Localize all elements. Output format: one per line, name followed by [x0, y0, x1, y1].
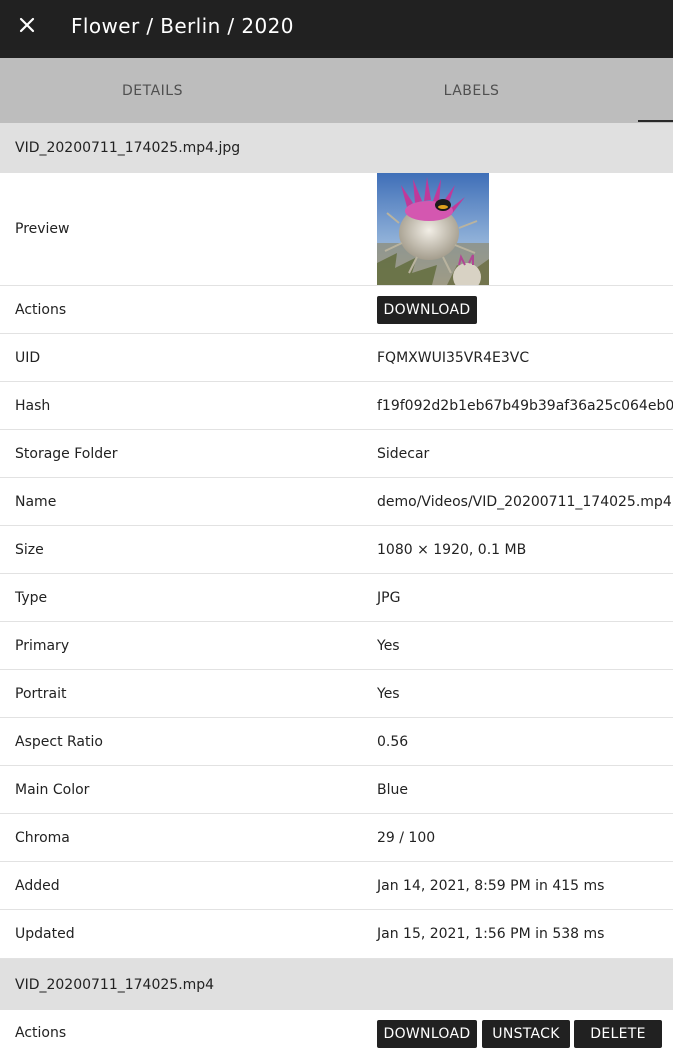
- file-header-jpg: VID_20200711_174025.mp4.jpg: [0, 123, 673, 173]
- name-value: demo/Videos/VID_20200711_174025.mp4.: [377, 493, 673, 510]
- info-row-uid: UID FQMXWUI35VR4E3VC: [0, 334, 673, 382]
- info-row-hash: Hash f19f092d2b1eb67b49b39af36a25c064eb0: [0, 382, 673, 430]
- type-value: JPG: [377, 589, 401, 606]
- chroma-label: Chroma: [15, 829, 70, 846]
- chroma-value: 29 / 100: [377, 829, 436, 846]
- app-toolbar: Flower / Berlin / 2020: [0, 0, 673, 58]
- delete-button[interactable]: DELETE: [574, 1020, 662, 1048]
- video-actions-row: Actions DOWNLOAD UNSTACK DELETE: [0, 1010, 673, 1056]
- info-row-type: Type JPG: [0, 574, 673, 622]
- video-download-button[interactable]: DOWNLOAD: [377, 1020, 477, 1048]
- main-color-label: Main Color: [15, 781, 90, 798]
- info-row-portrait: Portrait Yes: [0, 670, 673, 718]
- storage-folder-label: Storage Folder: [15, 445, 118, 462]
- updated-label: Updated: [15, 926, 75, 942]
- file-header-mp4: VID_20200711_174025.mp4: [0, 959, 673, 1010]
- unstack-button[interactable]: UNSTACK: [482, 1020, 570, 1048]
- tab-details[interactable]: DETAILS: [0, 58, 305, 123]
- close-button[interactable]: [13, 11, 41, 39]
- storage-folder-value: Sidecar: [377, 445, 430, 462]
- uid-label: UID: [15, 349, 41, 366]
- info-row-primary: Primary Yes: [0, 622, 673, 670]
- type-label: Type: [15, 589, 48, 606]
- tab-bar: DETAILS LABELS: [0, 58, 673, 123]
- added-label: Added: [15, 877, 60, 894]
- page-title: Flower / Berlin / 2020: [71, 14, 294, 38]
- size-value: 1080 × 1920, 0.1 MB: [377, 541, 527, 558]
- info-row-aspect-ratio: Aspect Ratio 0.56: [0, 718, 673, 766]
- size-label: Size: [15, 541, 44, 558]
- video-actions-label: Actions: [15, 1025, 67, 1041]
- added-value: Jan 14, 2021, 8:59 PM in 415 ms: [377, 877, 605, 894]
- info-row-added: Added Jan 14, 2021, 8:59 PM in 415 ms: [0, 862, 673, 910]
- portrait-value: Yes: [377, 685, 400, 702]
- preview-thumbnail[interactable]: [377, 173, 489, 285]
- preview-row: Preview: [0, 173, 673, 286]
- updated-value: Jan 15, 2021, 1:56 PM in 538 ms: [377, 926, 605, 942]
- name-label: Name: [15, 493, 57, 510]
- primary-value: Yes: [377, 637, 400, 654]
- main-color-value: Blue: [377, 781, 408, 798]
- portrait-label: Portrait: [15, 685, 67, 702]
- preview-label: Preview: [15, 221, 70, 237]
- close-icon: [19, 17, 35, 33]
- tab-labels[interactable]: LABELS: [305, 58, 638, 123]
- actions-row: Actions DOWNLOAD: [0, 286, 673, 334]
- aspect-ratio-value: 0.56: [377, 733, 409, 750]
- info-row-storage-folder: Storage Folder Sidecar: [0, 430, 673, 478]
- info-row-name: Name demo/Videos/VID_20200711_174025.mp4…: [0, 478, 673, 526]
- info-row-chroma: Chroma 29 / 100: [0, 814, 673, 862]
- active-tab-indicator: [638, 120, 673, 122]
- aspect-ratio-label: Aspect Ratio: [15, 733, 103, 750]
- hash-value: f19f092d2b1eb67b49b39af36a25c064eb0: [377, 397, 673, 414]
- info-row-size: Size 1080 × 1920, 0.1 MB: [0, 526, 673, 574]
- uid-value: FQMXWUI35VR4E3VC: [377, 349, 530, 366]
- info-row-updated: Updated Jan 15, 2021, 1:56 PM in 538 ms: [0, 910, 673, 959]
- actions-label: Actions: [15, 301, 67, 318]
- download-button[interactable]: DOWNLOAD: [377, 296, 477, 324]
- hash-label: Hash: [15, 397, 51, 414]
- info-row-main-color: Main Color Blue: [0, 766, 673, 814]
- primary-label: Primary: [15, 637, 70, 654]
